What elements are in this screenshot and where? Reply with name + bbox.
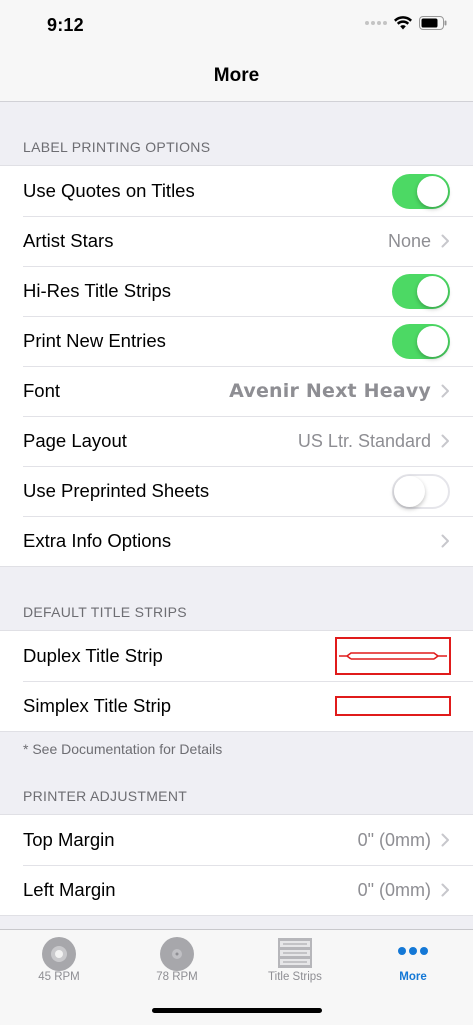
font-value: Avenir Next Heavy	[229, 380, 431, 402]
settings-list[interactable]: LABEL PRINTING OPTIONS Use Quotes on Tit…	[0, 102, 473, 928]
chevron-right-icon	[441, 534, 449, 548]
tab-label: 78 RPM	[156, 971, 198, 983]
home-indicator[interactable]	[152, 1008, 322, 1013]
chevron-right-icon	[441, 434, 449, 448]
tab-label: 45 RPM	[38, 971, 80, 983]
page-title: More	[213, 65, 260, 86]
navigation-bar: More	[0, 50, 473, 102]
more-icon	[398, 947, 428, 955]
font-row[interactable]: Font Avenir Next Heavy	[0, 366, 473, 416]
left-margin-row[interactable]: Left Margin 0" (0mm)	[0, 865, 473, 915]
tab-78-rpm[interactable]: 78 RPM	[118, 930, 236, 994]
simplex-strip-row[interactable]: Simplex Title Strip	[0, 681, 473, 731]
print-new-entries-label: Print New Entries	[23, 330, 166, 351]
duplex-strip-row[interactable]: Duplex Title Strip	[0, 631, 473, 681]
toggle-knob	[417, 175, 448, 207]
print-new-entries-toggle[interactable]	[392, 323, 450, 359]
printer-adjustment-group: Top Margin 0" (0mm) Left Margin 0" (0mm)	[0, 814, 473, 916]
left-margin-value: 0" (0mm)	[357, 879, 431, 900]
default-strips-group: Duplex Title Strip Simplex Title Strip	[0, 630, 473, 732]
battery-icon	[419, 16, 447, 30]
toggle-knob	[394, 475, 425, 507]
cellular-signal-icon	[365, 21, 387, 25]
left-margin-label: Left Margin	[23, 879, 116, 900]
record-45-icon	[42, 937, 76, 971]
chevron-right-icon	[441, 384, 449, 398]
preprinted-sheets-label: Use Preprinted Sheets	[23, 480, 210, 501]
print-new-entries-row: Print New Entries	[0, 316, 473, 366]
page-layout-value: US Ltr. Standard	[297, 430, 431, 451]
top-margin-label: Top Margin	[23, 829, 115, 850]
simplex-strip-label: Simplex Title Strip	[23, 695, 172, 716]
artist-stars-value: None	[387, 230, 431, 251]
extra-info-label: Extra Info Options	[23, 530, 172, 551]
extra-info-row[interactable]: Extra Info Options	[0, 516, 473, 566]
font-label: Font	[23, 380, 61, 401]
use-quotes-toggle[interactable]	[392, 173, 450, 209]
status-icons	[365, 16, 447, 30]
preprinted-sheets-toggle[interactable]	[392, 473, 450, 509]
tab-45-rpm[interactable]: 45 RPM	[0, 930, 118, 994]
hires-strips-label: Hi-Res Title Strips	[23, 280, 172, 301]
chevron-right-icon	[441, 883, 449, 897]
duplex-strip-preview	[335, 637, 451, 675]
chevron-right-icon	[441, 833, 449, 847]
artist-stars-row[interactable]: Artist Stars None	[0, 216, 473, 266]
tab-label: Title Strips	[268, 971, 322, 983]
section-header-label-printing: LABEL PRINTING OPTIONS	[23, 139, 211, 155]
page-layout-label: Page Layout	[23, 430, 127, 451]
wifi-icon	[394, 16, 412, 30]
hires-strips-toggle[interactable]	[392, 273, 450, 309]
toggle-knob	[417, 325, 448, 357]
tab-title-strips[interactable]: Title Strips	[236, 930, 354, 994]
record-78-icon	[160, 937, 194, 971]
duplex-strip-label: Duplex Title Strip	[23, 645, 163, 666]
status-time: 9:12	[47, 15, 84, 35]
tab-more[interactable]: More	[354, 930, 472, 994]
section-header-default-title-strips: DEFAULT TITLE STRIPS	[23, 604, 187, 620]
title-strips-icon	[278, 938, 312, 968]
hires-strips-row: Hi-Res Title Strips	[0, 266, 473, 316]
artist-stars-label: Artist Stars	[23, 230, 114, 251]
use-quotes-label: Use Quotes on Titles	[23, 180, 195, 201]
label-printing-group: Use Quotes on Titles Artist Stars None H…	[0, 165, 473, 567]
top-margin-value: 0" (0mm)	[357, 829, 431, 850]
section-header-printer-adjustment: PRINTER ADJUSTMENT	[23, 788, 188, 804]
page-layout-row[interactable]: Page Layout US Ltr. Standard	[0, 416, 473, 466]
chevron-right-icon	[441, 234, 449, 248]
status-bar: 9:12	[0, 0, 473, 50]
tab-label: More	[399, 971, 427, 983]
top-margin-row[interactable]: Top Margin 0" (0mm)	[0, 815, 473, 865]
toggle-knob	[417, 275, 448, 307]
simplex-strip-preview	[335, 696, 451, 716]
documentation-note: * See Documentation for Details	[23, 741, 223, 757]
preprinted-sheets-row: Use Preprinted Sheets	[0, 466, 473, 516]
use-quotes-row: Use Quotes on Titles	[0, 166, 473, 216]
